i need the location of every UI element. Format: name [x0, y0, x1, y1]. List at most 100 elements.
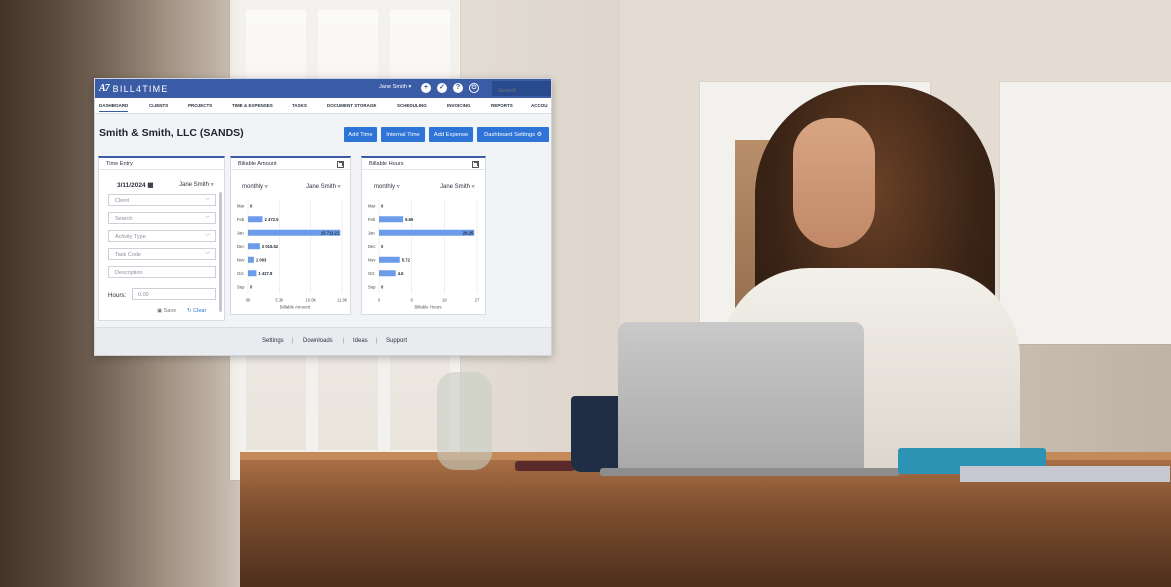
save-button[interactable]: ▣ Save	[157, 308, 176, 314]
billable-amount-panel: Billable Amount monthly ▿ Jane Smith ▿ 0…	[230, 156, 351, 315]
category-label: Dec	[237, 244, 244, 249]
category-label: Dec	[368, 244, 375, 249]
value-label: 0	[250, 284, 253, 289]
add-icon[interactable]: +	[421, 83, 431, 93]
bill4time-window: A7 BILL4TIME Jane Smith ▾ + ✓ ? ⏻ DASHBO…	[94, 78, 552, 356]
nav-time-expenses[interactable]: TIME & EXPENSES	[232, 103, 273, 108]
back-window-right	[1000, 82, 1171, 344]
x-tick-label: 0	[378, 298, 381, 303]
logo-mark-icon: A7	[99, 83, 110, 94]
footer-ideas-link[interactable]: Ideas	[353, 338, 368, 344]
internal-time-button[interactable]: Internal Time	[381, 127, 425, 142]
laptop	[618, 322, 864, 476]
vase	[437, 372, 492, 470]
phone	[515, 461, 575, 471]
description-placeholder: Description	[115, 270, 143, 276]
power-icon[interactable]: ⏻	[469, 83, 479, 93]
date-picker[interactable]: 3/11/2024 ▦	[117, 181, 154, 189]
category-label: Sep	[368, 284, 376, 289]
scrollbar[interactable]	[219, 192, 222, 312]
hours-input[interactable]: 0.00	[132, 288, 216, 300]
bar	[379, 270, 396, 277]
footer-separator: |	[343, 338, 345, 344]
billable-amount-user-select[interactable]: Jane Smith ▿	[306, 183, 341, 190]
task-code-label: Task Code	[115, 252, 141, 258]
nav-invoicing[interactable]: INVOICING	[447, 103, 471, 108]
dashboard-settings-button[interactable]: Dashboard Settings ⚙	[477, 127, 549, 142]
category-label: Oct	[368, 271, 375, 276]
activity-type-select[interactable]: Activity Type ﹀	[108, 230, 216, 242]
category-label: Jan	[237, 230, 244, 235]
client-select[interactable]: Client ﹀	[108, 194, 216, 206]
bar	[379, 256, 400, 263]
user-menu[interactable]: Jane Smith ▾	[379, 84, 411, 90]
nav-tasks[interactable]: TASKS	[292, 103, 307, 108]
nav-document-storage[interactable]: DOCUMENT STORAGE	[327, 103, 376, 108]
value-label: 26.25	[463, 230, 474, 235]
footer: Settings | Downloads | Ideas | Support	[95, 327, 551, 355]
footer-downloads-link[interactable]: Downloads	[303, 338, 333, 344]
bar	[248, 243, 260, 250]
chevron-down-icon: ﹀	[204, 234, 210, 240]
billable-hours-period-select[interactable]: monthly ▿	[374, 183, 400, 190]
category-label: Jan	[368, 230, 375, 235]
billable-amount-period-select[interactable]: monthly ▿	[242, 183, 268, 190]
value-label: 2 472.5	[265, 217, 280, 222]
time-entry-title: Time Entry	[99, 158, 224, 170]
expand-icon[interactable]	[337, 161, 344, 168]
nav-reports[interactable]: REPORTS	[491, 103, 513, 108]
footer-support-link[interactable]: Support	[386, 338, 407, 344]
value-label: 1 427.8	[258, 271, 273, 276]
nav-clients[interactable]: CLIENTS	[149, 103, 168, 108]
category-label: Sep	[237, 284, 245, 289]
logo[interactable]: A7 BILL4TIME	[99, 83, 169, 94]
chevron-down-icon: ﹀	[204, 252, 210, 258]
billable-amount-title: Billable Amount	[231, 158, 350, 170]
search-select[interactable]: Search ﹀	[108, 212, 216, 224]
search-select-label: Search	[115, 216, 133, 222]
billable-hours-chart: 0 9 18 27 Billable Hours Mar 0 Feb 6.65 Jan 26.25 D…	[368, 199, 480, 310]
add-expense-button[interactable]: Add Expense	[429, 127, 473, 142]
bar	[248, 216, 263, 223]
hours-label: Hours:	[108, 292, 127, 299]
add-time-button[interactable]: Add Time	[344, 127, 377, 142]
time-entry-panel: Time Entry 3/11/2024 ▦ Jane Smith ▿ Clie…	[98, 156, 225, 321]
billable-hours-panel: Billable Hours monthly ▿ Jane Smith ▿ 0 9…	[361, 156, 486, 315]
value-label: 15 711.21	[321, 230, 340, 235]
x-tick-label: 27	[475, 298, 480, 303]
footer-settings-link[interactable]: Settings	[262, 338, 284, 344]
category-label: Feb	[237, 217, 245, 222]
paper-stack	[960, 466, 1170, 482]
bar	[248, 270, 257, 277]
footer-separator: |	[376, 338, 378, 344]
category-label: Mar	[237, 203, 245, 208]
brand-name: BILL4TIME	[112, 83, 169, 94]
x-axis-label: Billable Amount	[280, 305, 311, 310]
nav-dashboard[interactable]: DASHBOARD	[99, 103, 129, 112]
category-label: Feb	[368, 217, 376, 222]
bar	[379, 229, 475, 236]
expand-icon[interactable]	[472, 161, 479, 168]
billable-hours-user-select[interactable]: Jane Smith ▿	[440, 183, 475, 190]
nav-scheduling[interactable]: SCHEDULING	[397, 103, 427, 108]
bar	[379, 216, 404, 223]
help-icon[interactable]: ?	[453, 83, 463, 93]
description-field[interactable]: Description	[108, 266, 216, 278]
clear-button[interactable]: ↻ Clear	[187, 308, 206, 314]
nav-projects[interactable]: PROJECTS	[188, 103, 212, 108]
chevron-down-icon: ﹀	[204, 198, 210, 204]
task-code-select[interactable]: Task Code ﹀	[108, 248, 216, 260]
category-label: Oct	[237, 271, 244, 276]
x-tick-label: 11.9k	[337, 298, 348, 303]
search-input[interactable]	[492, 81, 551, 96]
footer-separator: |	[292, 338, 294, 344]
value-label: 6.65	[405, 217, 414, 222]
value-label: 0	[381, 244, 384, 249]
category-label: Mar	[368, 203, 376, 208]
check-icon[interactable]: ✓	[437, 83, 447, 93]
main-nav: DASHBOARD CLIENTS PROJECTS TIME & EXPENS…	[95, 98, 551, 114]
time-entry-user-select[interactable]: Jane Smith ▿	[179, 181, 214, 188]
nav-accounts[interactable]: ACCOU	[531, 103, 548, 108]
person-face	[793, 118, 875, 248]
category-label: Nov	[368, 257, 376, 262]
